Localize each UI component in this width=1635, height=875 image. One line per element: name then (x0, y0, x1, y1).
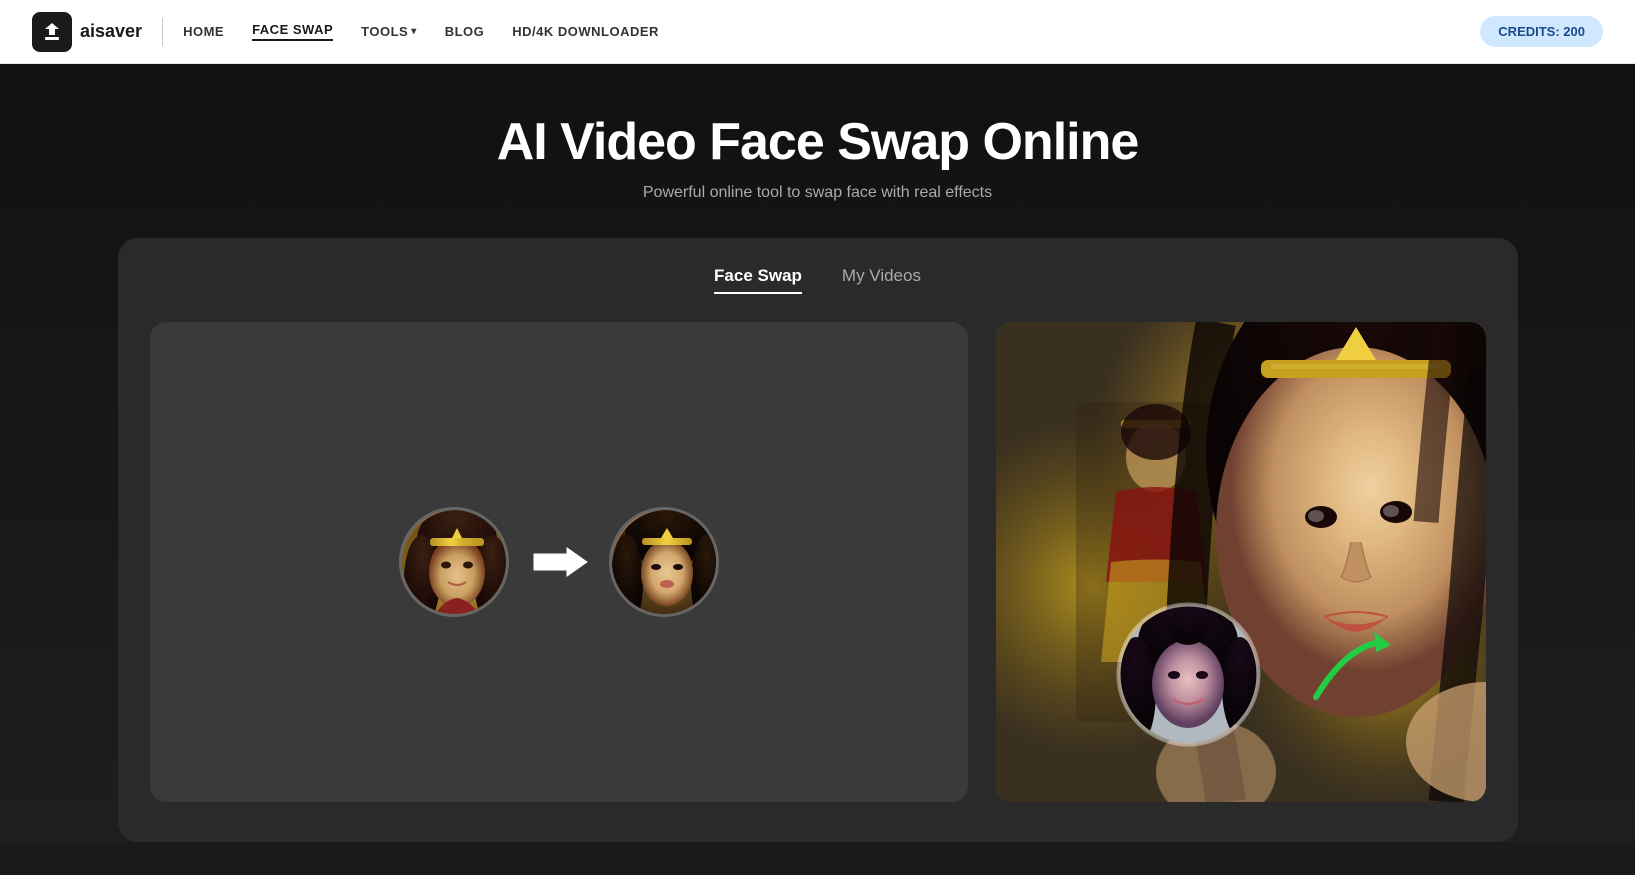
swap-arrow-icon (529, 542, 589, 582)
nav-blog[interactable]: BLOG (445, 24, 485, 39)
result-panel (996, 322, 1486, 802)
hero-subtitle: Powerful online tool to swap face with r… (20, 184, 1615, 202)
nav-home[interactable]: HOME (183, 24, 224, 39)
hero-section: AI Video Face Swap Online Powerful onlin… (0, 64, 1635, 842)
nav-face-swap[interactable]: FACE SWAP (252, 22, 333, 41)
green-arrow-svg (1296, 627, 1396, 707)
nav-links: HOME FACE SWAP TOOLS ▾ BLOG HD/4K DOWNLO… (183, 22, 1480, 41)
source-face-circle (399, 507, 509, 617)
nav-hd-downloader[interactable]: HD/4K DOWNLOADER (512, 24, 659, 39)
logo-text: aisaver (80, 21, 142, 42)
arrow-svg (529, 542, 589, 582)
wonder-woman-face-svg (402, 510, 506, 614)
demo-swap-illustration (399, 507, 719, 617)
target-face-circle (609, 507, 719, 617)
navbar: aisaver HOME FACE SWAP TOOLS ▾ BLOG HD/4… (0, 0, 1635, 64)
hero-title: AI Video Face Swap Online (20, 112, 1615, 172)
upload-panel[interactable] (150, 322, 968, 802)
nav-tools[interactable]: TOOLS ▾ (361, 24, 417, 39)
source-face-portrait (402, 510, 506, 614)
green-arrow-icon (1296, 627, 1396, 712)
source-reference-inset (1116, 602, 1261, 752)
tab-face-swap[interactable]: Face Swap (714, 266, 802, 294)
tab-my-videos[interactable]: My Videos (842, 266, 921, 294)
reference-circle-svg (1116, 602, 1261, 747)
tools-chevron-icon: ▾ (411, 26, 417, 37)
logo-link[interactable]: aisaver (32, 12, 142, 52)
credits-badge[interactable]: CREDITS: 200 (1480, 16, 1603, 47)
logo-svg (41, 21, 63, 43)
asian-woman-face-svg (612, 510, 719, 617)
nav-divider (162, 18, 163, 46)
content-area (150, 322, 1486, 802)
main-card: Face Swap My Videos (118, 238, 1518, 842)
logo-icon (32, 12, 72, 52)
tab-bar: Face Swap My Videos (150, 266, 1486, 294)
